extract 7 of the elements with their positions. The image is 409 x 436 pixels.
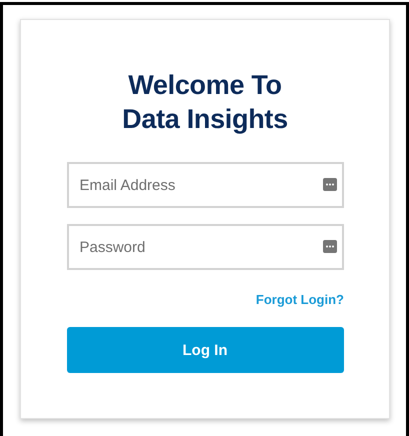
login-button[interactable]: Log In [66,327,344,373]
email-field[interactable]: Email Address [66,162,344,208]
autofill-icon[interactable] [322,240,336,253]
autofill-icon[interactable] [322,178,336,191]
password-field[interactable]: Password [66,224,344,270]
forgot-login-link[interactable]: Forgot Login? [256,292,344,307]
welcome-title: Welcome To Data Insights [122,69,288,136]
